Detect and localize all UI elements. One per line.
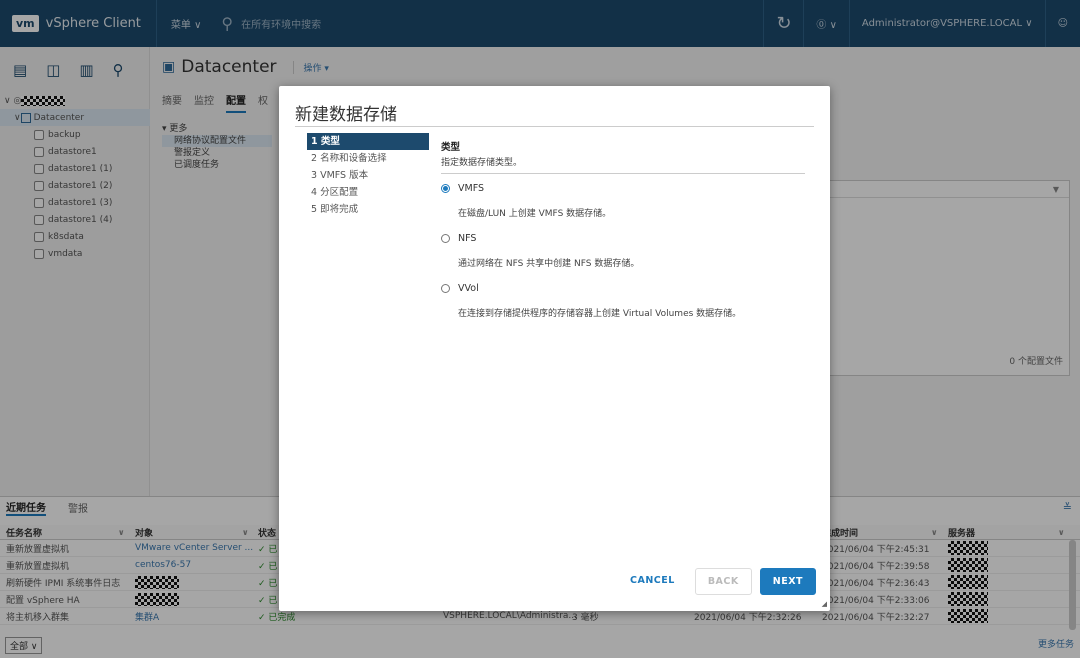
divider: [295, 126, 814, 127]
pane-heading: 类型: [441, 142, 461, 153]
step-partition: 4 分区配置: [311, 187, 359, 198]
option-label: VVol: [458, 283, 479, 294]
step-name-device: 2 名称和设备选择: [311, 153, 387, 164]
new-datastore-dialog: 新建数据存储 1 类型 2 名称和设备选择 3 VMFS 版本 4 分区配置 5…: [279, 86, 830, 611]
option-label: NFS: [458, 233, 477, 244]
radio-vmfs[interactable]: [441, 184, 450, 193]
option-vvol[interactable]: VVol: [441, 283, 479, 294]
wizard-steps: 1 类型 2 名称和设备选择 3 VMFS 版本 4 分区配置 5 即将完成: [307, 133, 429, 218]
dialog-buttons: CANCEL BACK NEXT: [618, 568, 816, 595]
resize-handle-icon[interactable]: ◢: [822, 600, 827, 608]
next-button[interactable]: NEXT: [759, 568, 816, 595]
back-button: BACK: [694, 568, 752, 595]
dialog-title: 新建数据存储: [295, 105, 397, 125]
option-description: 通过网络在 NFS 共享中创建 NFS 数据存储。: [458, 259, 640, 269]
option-nfs[interactable]: NFS: [441, 233, 476, 244]
step-type[interactable]: 1 类型: [307, 133, 429, 150]
divider: [441, 173, 805, 174]
option-description: 在磁盘/LUN 上创建 VMFS 数据存储。: [458, 209, 612, 219]
option-vmfs[interactable]: VMFS: [441, 183, 484, 194]
option-description: 在连接到存储提供程序的存储容器上创建 Virtual Volumes 数据存储。: [458, 309, 742, 319]
option-label: VMFS: [458, 183, 485, 194]
step-vmfs-version: 3 VMFS 版本: [311, 170, 369, 181]
radio-vvol[interactable]: [441, 284, 450, 293]
radio-nfs[interactable]: [441, 234, 450, 243]
pane-subheading: 指定数据存储类型。: [441, 158, 523, 168]
step-ready: 5 即将完成: [311, 204, 359, 215]
type-pane: 类型 指定数据存储类型。 VMFS 在磁盘/LUN 上创建 VMFS 数据存储。…: [441, 139, 805, 319]
cancel-button[interactable]: CANCEL: [618, 568, 687, 595]
